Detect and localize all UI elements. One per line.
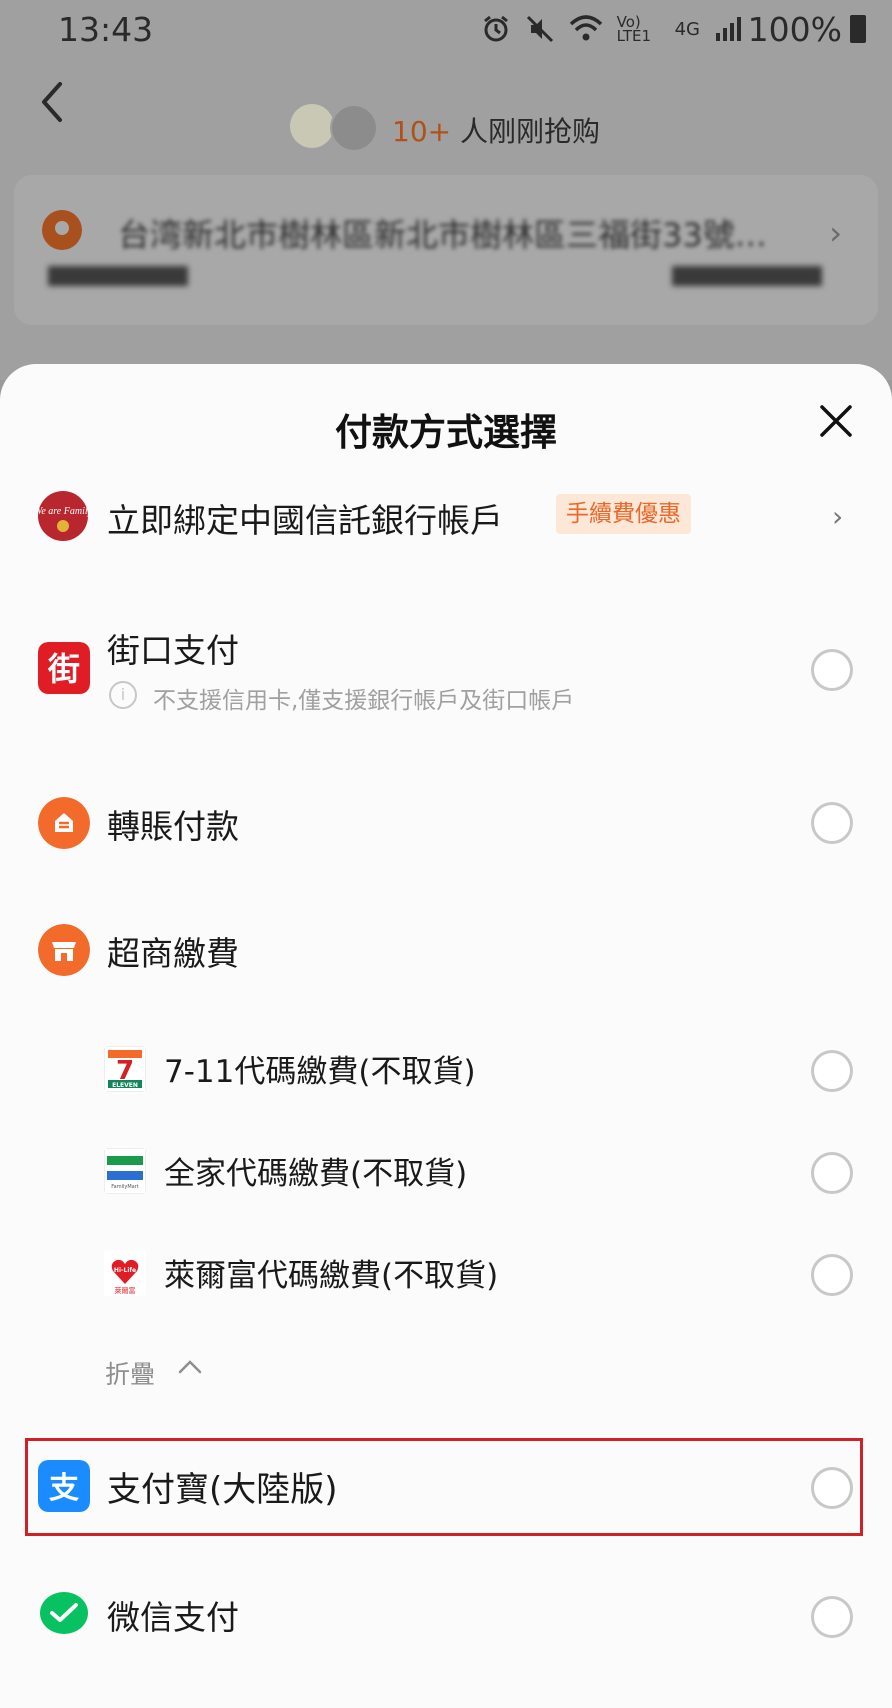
payment-method-familymart[interactable]: FamilyMart 全家代碼繳費(不取貨) (0, 1144, 892, 1200)
payment-label: 超商繳費 (107, 934, 239, 973)
familymart-icon: FamilyMart (104, 1148, 146, 1194)
seven-eleven-icon: 7 ELEVEN (104, 1046, 146, 1092)
wechat-pay-icon (40, 1592, 88, 1634)
buyer-avatar (290, 104, 334, 148)
payment-label: 轉賬付款 (107, 807, 239, 846)
status-icons: Vo) LTE1 4G (481, 14, 742, 44)
payment-label: 全家代碼繳費(不取貨) (164, 1156, 468, 1192)
collapse-toggle[interactable]: 折疊 (105, 1355, 155, 1391)
fee-discount-badge: 手續費優惠 (556, 494, 691, 534)
network-type-label: 4G (674, 18, 700, 40)
bind-bank-label: 立即綁定中國信託銀行帳戶 (107, 501, 503, 540)
chevron-right-icon: › (829, 214, 842, 252)
wifi-icon (569, 15, 602, 41)
price-label-blurred (48, 266, 188, 286)
hilife-icon-text: Hi-Life (114, 1267, 136, 1274)
seven-icon-subtext: ELEVEN (112, 1082, 138, 1089)
payment-label: 7-11代碼繳費(不取貨) (164, 1054, 476, 1090)
bank-logo-icon: We are Family (37, 491, 89, 541)
bind-bank-row[interactable]: We are Family 立即綁定中國信託銀行帳戶 (0, 482, 892, 552)
payment-method-hilife[interactable]: Hi-Life 萊爾富 萊爾富代碼繳費(不取貨) (0, 1246, 892, 1302)
chevron-up-icon[interactable] (178, 1359, 202, 1375)
payment-group-cvs: 超商繳費 (0, 919, 892, 981)
status-time: 13:43 (58, 10, 154, 49)
payment-method-seven-eleven[interactable]: 7 ELEVEN 7-11代碼繳費(不取貨) (0, 1042, 892, 1098)
recent-buyers-text: 10+ 人刚刚抢购 (392, 110, 600, 150)
radio-button[interactable] (811, 802, 853, 844)
familymart-icon-text: FamilyMart (111, 1184, 139, 1190)
location-pin-icon (42, 210, 82, 250)
close-icon[interactable] (817, 402, 855, 440)
bank-logo-text: We are Family (37, 506, 89, 517)
payment-label: 街口支付 (107, 631, 239, 670)
mute-icon (526, 15, 553, 43)
hilife-icon-subtext: 萊爾富 (115, 1286, 136, 1295)
volte-label: Vo) LTE1 (616, 13, 652, 45)
sheet-title: 付款方式選擇 (335, 411, 557, 454)
highlight-annotation-box (25, 1438, 863, 1536)
status-bar: 13:43 Vo) LTE1 4G 100% (0, 0, 892, 64)
hilife-icon: Hi-Life 萊爾富 (104, 1250, 146, 1296)
radio-button[interactable] (811, 1050, 853, 1092)
buyer-avatar (330, 104, 378, 152)
info-icon: i (109, 681, 137, 709)
buyers-suffix: 人刚刚抢购 (451, 115, 600, 148)
alarm-icon (483, 15, 508, 42)
jkopay-hint-text: 不支援信用卡,僅支援銀行帳戶及街口帳戶 (153, 688, 575, 714)
radio-button[interactable] (811, 649, 853, 691)
payment-method-transfer[interactable]: 轉賬付款 (0, 792, 892, 854)
radio-button[interactable] (811, 1596, 853, 1638)
address-text: 台湾新北市樹林區新北市樹林區三福街33號… (118, 216, 767, 254)
battery-icon (850, 15, 866, 43)
jkopay-icon-text: 街 (47, 650, 80, 688)
signal-icon (716, 17, 741, 41)
back-arrow-icon[interactable] (34, 78, 74, 126)
price-value-blurred (672, 266, 822, 286)
chevron-right-icon: › (832, 500, 844, 533)
store-icon (38, 924, 90, 976)
payment-method-wechat[interactable]: 微信支付 (0, 1585, 892, 1647)
payment-label: 微信支付 (107, 1598, 239, 1637)
payment-label: 萊爾富代碼繳費(不取貨) (164, 1258, 499, 1294)
jkopay-icon: 街 (38, 642, 90, 694)
transfer-icon (38, 797, 90, 849)
buyers-count: 10+ (392, 115, 452, 148)
battery-percent: 100% (747, 10, 842, 49)
radio-button[interactable] (811, 1152, 853, 1194)
radio-button[interactable] (811, 1254, 853, 1296)
